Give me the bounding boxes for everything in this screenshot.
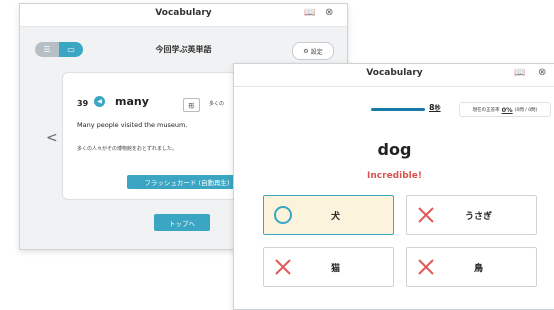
window-title: Vocabulary	[366, 68, 423, 78]
timer-readout: 8秒	[429, 103, 441, 112]
word-meaning: 多くの	[209, 101, 225, 107]
settings-button[interactable]: ⚙ 設定	[292, 42, 334, 60]
rate-value: 0%	[501, 105, 513, 114]
part-of-speech-badge: 形	[183, 98, 200, 112]
title-bar: Vocabulary 📖 ⊗	[234, 64, 554, 87]
feedback-text: Incredible!	[367, 171, 422, 181]
timer-unit: 秒	[434, 105, 441, 112]
close-icon[interactable]: ⊗	[538, 68, 546, 78]
answer-option-label: うさぎ	[464, 211, 492, 222]
speaker-icon[interactable]: ◀	[94, 96, 105, 107]
book-icon[interactable]: 📖	[304, 9, 315, 18]
settings-label: 設定	[310, 48, 323, 56]
timer-bar	[371, 108, 425, 111]
flashcard-button[interactable]: フラッシュカード (自動再生)	[127, 175, 247, 189]
answer-option-label: 犬	[330, 211, 340, 222]
example-translation: 多くの人々がその博物館をおとずれました。	[77, 146, 177, 152]
book-icon[interactable]: 📖	[514, 69, 525, 78]
vocabulary-quiz-window: Vocabulary 📖 ⊗ 8秒 現在の正答率 0% (0問 / 0問) do…	[233, 63, 554, 310]
rate-detail: (0問 / 0問)	[514, 107, 538, 113]
example-sentence: Many people visited the museum.	[77, 121, 188, 129]
previous-arrow-icon[interactable]: <	[46, 130, 58, 146]
answer-option-label: 鳥	[473, 263, 483, 274]
gear-icon: ⚙	[303, 47, 309, 55]
title-bar: Vocabulary 📖 ⊗	[20, 4, 347, 27]
rate-label: 現在の正答率	[472, 107, 500, 113]
word-number: 39	[77, 99, 89, 108]
accuracy-rate: 現在の正答率 0% (0問 / 0問)	[459, 102, 551, 117]
window-title: Vocabulary	[155, 8, 212, 18]
word-text: many	[115, 95, 149, 108]
answer-option[interactable]: うさぎ	[406, 195, 537, 235]
answer-option[interactable]: 犬	[263, 195, 394, 235]
answer-option-label: 猫	[330, 263, 340, 274]
answer-option[interactable]: 猫	[263, 247, 394, 287]
top-button[interactable]: トップへ	[154, 214, 210, 231]
answer-option[interactable]: 鳥	[406, 247, 537, 287]
question-word: dog	[377, 140, 412, 159]
close-icon[interactable]: ⊗	[325, 8, 333, 18]
